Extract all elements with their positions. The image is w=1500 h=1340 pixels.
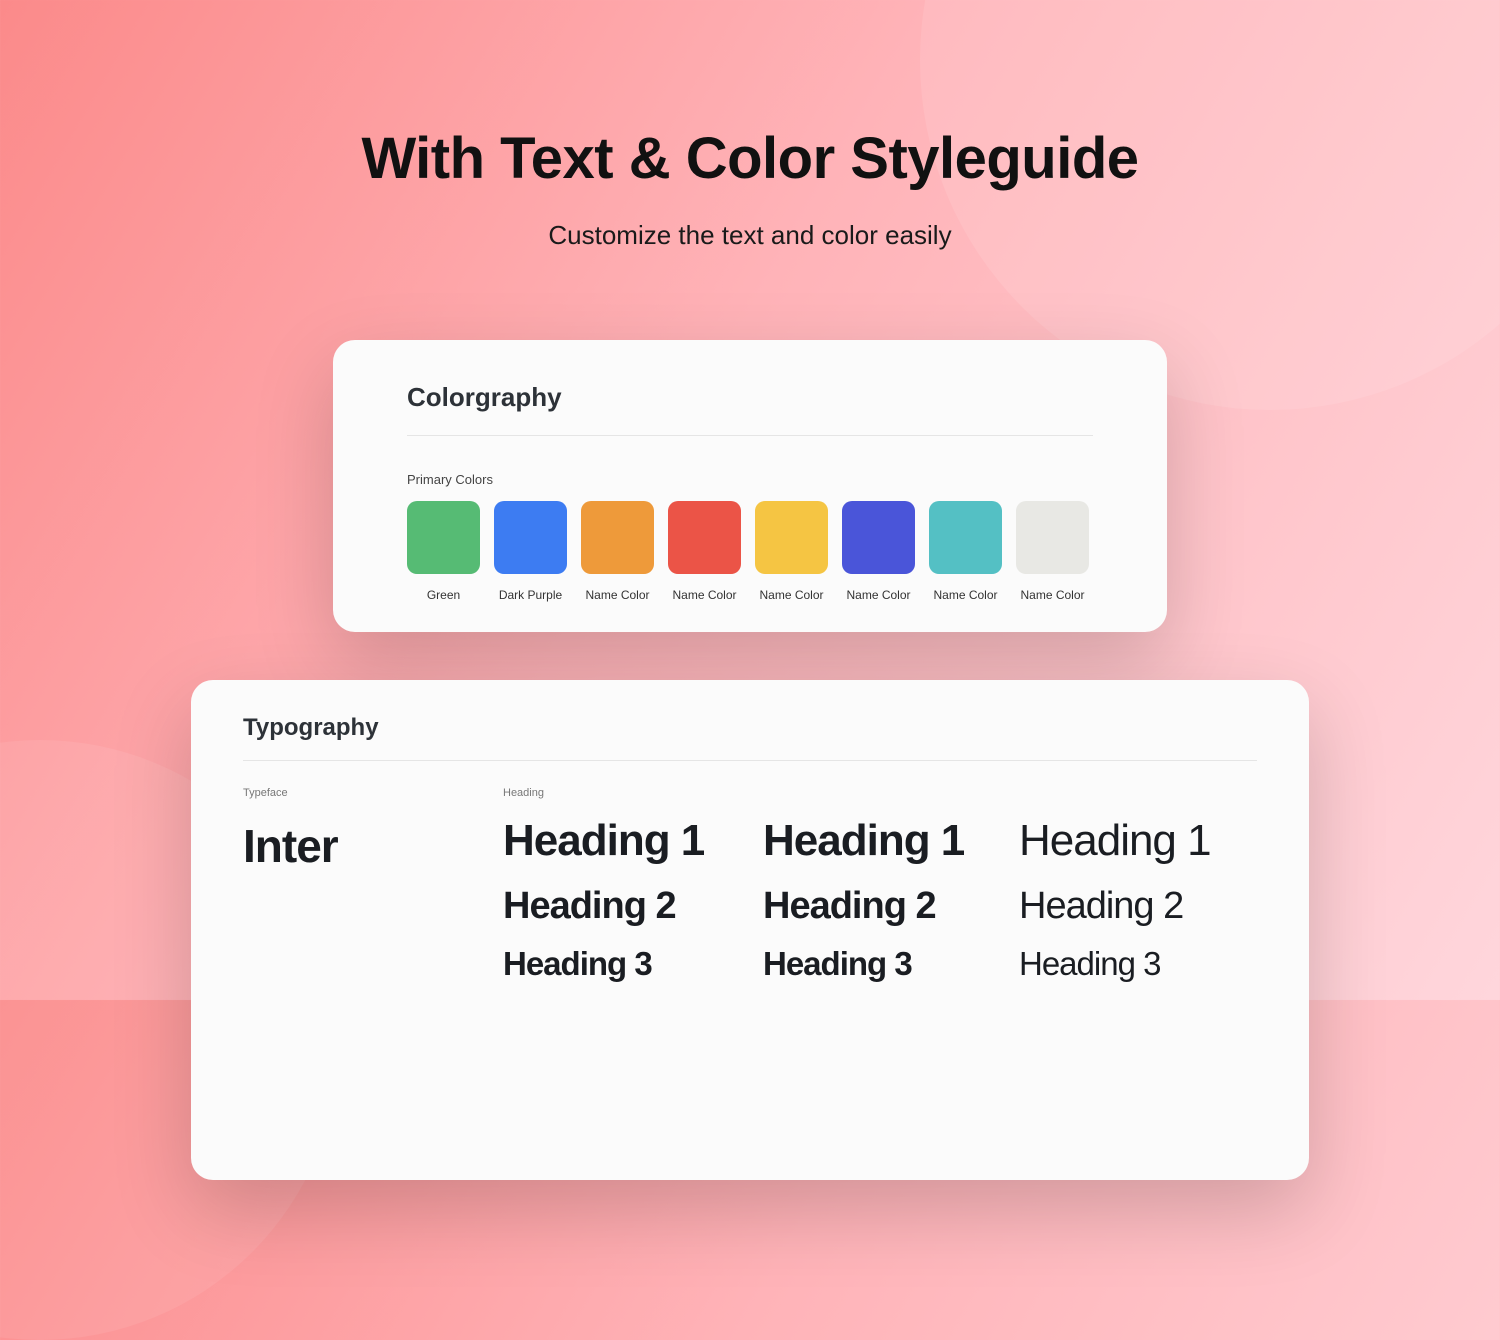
swatch-label: Name Color	[672, 588, 736, 602]
swatch-label: Name Color	[759, 588, 823, 602]
swatch-label: Green	[427, 588, 460, 602]
page-subtitle: Customize the text and color easily	[0, 220, 1500, 251]
heading-label-spacer	[763, 787, 1019, 799]
swatch-label: Name Color	[1020, 588, 1084, 602]
heading-2-sample: Heading 2	[1019, 887, 1275, 925]
heading-3-sample: Heading 3	[763, 947, 1019, 980]
typeface-name: Inter	[243, 819, 503, 873]
swatch-chip	[407, 501, 480, 574]
colorgraphy-title: Colorgraphy	[407, 382, 1093, 413]
heading-3-sample: Heading 3	[1019, 947, 1275, 980]
typeface-column: Typeface Inter	[243, 787, 503, 980]
heading-column-regular: Heading 1 Heading 2 Heading 3	[1019, 787, 1275, 980]
typeface-label: Typeface	[243, 787, 503, 799]
page-title: With Text & Color Styleguide	[0, 125, 1500, 192]
heading-2-sample: Heading 2	[763, 887, 1019, 925]
swatch-chip	[755, 501, 828, 574]
heading-column-semi: Heading 1 Heading 2 Heading 3	[763, 787, 1019, 980]
color-swatch: Name Color	[581, 501, 654, 602]
swatch-label: Name Color	[846, 588, 910, 602]
color-swatch: Name Color	[668, 501, 741, 602]
heading-label: Heading	[503, 787, 763, 799]
color-swatch: Green	[407, 501, 480, 602]
typography-title: Typography	[243, 714, 1257, 742]
swatch-label: Name Color	[585, 588, 649, 602]
swatch-chip	[929, 501, 1002, 574]
color-swatch: Name Color	[1016, 501, 1089, 602]
heading-column-bold: Heading Heading 1 Heading 2 Heading 3	[503, 787, 763, 980]
swatch-row: Green Dark Purple Name Color Name Color …	[407, 501, 1093, 602]
swatch-label: Name Color	[933, 588, 997, 602]
heading-1-sample: Heading 1	[1019, 819, 1275, 863]
color-swatch: Name Color	[842, 501, 915, 602]
swatch-label: Dark Purple	[499, 588, 562, 602]
heading-3-sample: Heading 3	[503, 947, 763, 980]
heading-label-spacer	[1019, 787, 1275, 799]
divider	[243, 760, 1257, 761]
heading-2-sample: Heading 2	[503, 887, 763, 925]
divider	[407, 435, 1093, 436]
primary-colors-label: Primary Colors	[407, 472, 1093, 487]
swatch-chip	[581, 501, 654, 574]
typography-card: Typography Typeface Inter Heading Headin…	[191, 680, 1309, 1180]
swatch-chip	[668, 501, 741, 574]
swatch-chip	[1016, 501, 1089, 574]
swatch-chip	[494, 501, 567, 574]
swatch-chip	[842, 501, 915, 574]
heading-1-sample: Heading 1	[763, 819, 1019, 863]
hero-section: With Text & Color Styleguide Customize t…	[0, 125, 1500, 251]
heading-1-sample: Heading 1	[503, 819, 763, 863]
colorgraphy-card: Colorgraphy Primary Colors Green Dark Pu…	[333, 340, 1167, 632]
color-swatch: Dark Purple	[494, 501, 567, 602]
color-swatch: Name Color	[929, 501, 1002, 602]
color-swatch: Name Color	[755, 501, 828, 602]
